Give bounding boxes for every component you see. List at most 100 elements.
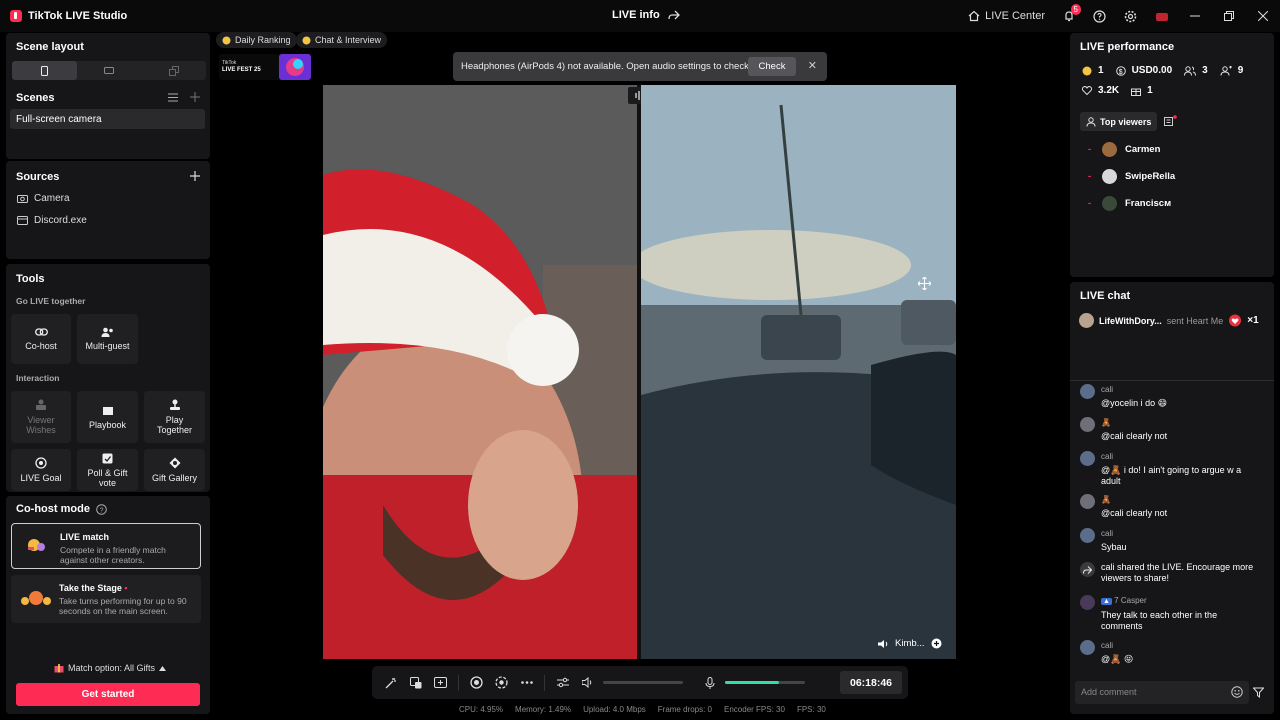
source-discord-label: Discord.exe — [34, 215, 87, 226]
live-center-label: LIVE Center — [985, 10, 1045, 22]
toast-check-button[interactable]: Check — [748, 57, 796, 76]
list-icon[interactable] — [168, 93, 178, 102]
emoji-icon[interactable] — [1231, 686, 1243, 698]
live-info-button[interactable]: LIVE info — [612, 9, 680, 21]
effects-button[interactable] — [378, 677, 403, 689]
top-viewers-label: Top viewers — [1100, 116, 1152, 127]
add-source-icon[interactable] — [190, 171, 200, 181]
source-item-camera[interactable]: Camera — [17, 193, 70, 204]
add-circle-icon[interactable] — [931, 638, 942, 649]
more-button[interactable] — [514, 681, 539, 684]
volume-slider[interactable] — [603, 681, 683, 684]
audio-settings-button[interactable] — [550, 677, 575, 688]
more-dots-icon — [520, 681, 533, 684]
chat-text: @🧸 😝 — [1101, 654, 1134, 664]
performance-stats-row-2: 3.2K 1 — [1082, 85, 1153, 96]
gift-box-button[interactable] — [1146, 0, 1178, 32]
screen-layout-button[interactable] — [428, 677, 453, 688]
caret-up-icon — [159, 665, 167, 671]
list-report-icon[interactable] — [1164, 115, 1178, 127]
live-match-option[interactable]: LIVE match Compete in a friendly match a… — [11, 523, 201, 569]
volume-button[interactable] — [575, 677, 600, 688]
memory-stat: Memory: 1.49% — [515, 705, 572, 714]
dual-screen-icon — [168, 65, 179, 76]
stream-control-bar: 06:18:46 — [372, 666, 908, 699]
scene-item-fullscreen-camera[interactable]: Full-screen camera — [10, 109, 205, 129]
go-live-together-label: Go LIVE together — [16, 296, 86, 306]
gifts-stat: 1 — [1131, 85, 1153, 96]
minimize-button[interactable] — [1178, 0, 1212, 32]
layout-landscape-option[interactable] — [77, 61, 142, 80]
audio-toast: Headphones (AirPods 4) not available. Op… — [453, 52, 827, 81]
chat-message[interactable]: cali Sybau — [1080, 528, 1260, 553]
phone-landscape-icon — [104, 67, 114, 74]
chat-message[interactable]: cali @🧸 i do! I ain't going to argue w a… — [1080, 451, 1260, 487]
coins-stat: 1 — [1082, 65, 1104, 76]
encoder-fps-stat: Encoder FPS: 30 — [724, 705, 785, 714]
poll-gift-vote-tool[interactable]: Poll & Gift vote — [77, 449, 138, 491]
gift-user[interactable]: LifeWithDory... — [1099, 316, 1162, 326]
maximize-button[interactable] — [1212, 0, 1246, 32]
help-button[interactable] — [1084, 0, 1115, 32]
live-fest-banner[interactable]: TikTok LIVE FEST 25 — [219, 54, 311, 80]
chat-username: cali — [1101, 529, 1114, 538]
live-center-button[interactable]: LIVE Center — [959, 0, 1054, 32]
chat-message[interactable]: 🧸 @cali clearly not — [1080, 417, 1260, 442]
top-viewer-row[interactable]: - Francisᴄᴍ — [1088, 196, 1171, 211]
top-viewers-tab[interactable]: Top viewers — [1080, 112, 1158, 131]
help-icon[interactable]: ? — [96, 503, 107, 515]
layout-portrait-option[interactable] — [12, 61, 77, 80]
filter-icon[interactable] — [1253, 687, 1264, 698]
mic-level-slider[interactable] — [725, 681, 805, 684]
screen-frame-icon — [434, 677, 447, 688]
top-viewer-row[interactable]: - Carmen — [1088, 142, 1160, 157]
live-goal-tool[interactable]: LIVE Goal — [11, 449, 71, 491]
chat-message[interactable]: 🧸 @cali clearly not — [1080, 494, 1260, 519]
get-started-button[interactable]: Get started — [16, 683, 200, 706]
host-camera-view — [323, 85, 637, 659]
avatar — [1080, 494, 1095, 509]
share-icon[interactable] — [668, 9, 680, 21]
cohost-label: Co-host — [25, 341, 57, 351]
red-gift-icon — [1155, 10, 1169, 22]
settings-button[interactable] — [1115, 0, 1146, 32]
title-bar: TikTok LIVE Studio LIVE info LIVE Center… — [0, 0, 1280, 32]
match-option-selector[interactable]: Match option: All Gifts — [54, 663, 167, 673]
chat-text: @cali clearly not — [1101, 508, 1168, 518]
viewer-wishes-tool[interactable]: Viewer Wishes — [11, 391, 71, 443]
chat-message[interactable]: cali @yocelin i do 😄 — [1080, 384, 1260, 409]
notifications-button[interactable]: 5 — [1054, 0, 1084, 32]
source-item-discord[interactable]: Discord.exe — [17, 215, 87, 226]
chat-message[interactable]: ▲ 7 Casper They talk to each other in th… — [1080, 595, 1260, 632]
chat-interview-chip[interactable]: Chat & Interview — [296, 32, 388, 48]
multiguest-tool[interactable]: Multi-guest — [77, 314, 138, 364]
enhance-button[interactable] — [403, 676, 428, 689]
layout-dual-option[interactable] — [141, 61, 206, 80]
play-together-tool[interactable]: Play Together — [144, 391, 205, 443]
chat-message[interactable]: cali @🧸 😝 — [1080, 640, 1260, 665]
take-the-stage-option[interactable]: Take the Stage • Take turns performing f… — [11, 575, 201, 623]
sources-panel: Sources Camera Discord.exe — [6, 161, 210, 259]
poll-gift-vote-label: Poll & Gift vote — [87, 467, 128, 488]
mic-level-fill — [725, 681, 780, 684]
heart-me-gift-icon — [1228, 314, 1242, 327]
cohost-tool[interactable]: Co-host — [11, 314, 71, 364]
mic-button[interactable] — [697, 676, 722, 689]
add-scene-icon[interactable] — [190, 92, 200, 102]
record-button[interactable] — [464, 676, 489, 689]
target-icon — [35, 457, 47, 469]
daily-ranking-chip[interactable]: Daily Ranking — [216, 32, 297, 48]
person-icon — [1086, 116, 1096, 127]
playbook-tool[interactable]: Playbook — [77, 391, 138, 443]
toast-close-icon[interactable]: ✕ — [808, 59, 817, 72]
gift-gallery-tool[interactable]: Gift Gallery — [144, 449, 205, 491]
snapshot-button[interactable] — [489, 676, 514, 689]
speaker-icon[interactable] — [878, 639, 889, 649]
magic-wand-icon — [385, 677, 397, 689]
move-cursor-icon — [918, 277, 931, 290]
top-viewer-row[interactable]: - SwipeRella — [1088, 169, 1175, 184]
add-comment-input[interactable]: Add comment — [1075, 681, 1249, 704]
source-camera-label: Camera — [34, 193, 70, 204]
guest-name-tag[interactable]: Kimb... — [878, 638, 942, 649]
close-button[interactable] — [1246, 0, 1280, 32]
